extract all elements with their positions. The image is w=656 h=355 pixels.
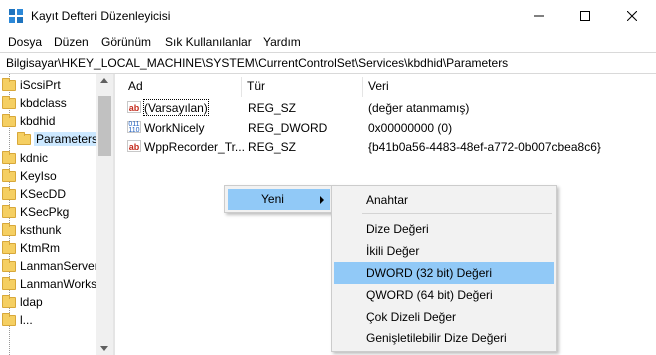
folder-icon (2, 78, 16, 91)
tree-item-selected[interactable]: Parameters (0, 130, 101, 149)
menu-item-multi-string-value[interactable]: Çok Dizeli Değer (366, 310, 456, 324)
menu-help[interactable]: Yardım (263, 35, 301, 49)
scroll-thumb[interactable] (98, 96, 111, 156)
close-button[interactable] (609, 0, 655, 32)
column-header-data[interactable]: Veri (368, 79, 389, 93)
menu-bar: Dosya Düzen Görünüm Sık Kullanılanlar Ya… (0, 32, 656, 52)
tree-item[interactable]: KSecPkg (0, 203, 96, 222)
folder-icon (2, 259, 16, 272)
tree-item[interactable]: kbdclass (0, 94, 96, 113)
menu-item-key[interactable]: Anahtar (366, 193, 408, 207)
menu-item-string-value[interactable]: Dize Değeri (366, 222, 429, 236)
column-header-type[interactable]: Tür (247, 79, 265, 93)
submenu-arrow-icon (320, 196, 324, 204)
folder-icon (2, 151, 16, 164)
maximize-icon (580, 11, 590, 21)
folder-icon (2, 187, 16, 200)
menu-item-new[interactable]: Yeni (261, 192, 284, 206)
folder-icon (17, 132, 31, 145)
folder-icon (2, 313, 16, 326)
menu-edit[interactable]: Düzen (54, 35, 89, 49)
context-menu: Yeni (224, 185, 334, 213)
folder-icon (2, 114, 16, 127)
column-header-name[interactable]: Ad (128, 79, 143, 93)
menu-favorites[interactable]: Sık Kullanılanlar (165, 35, 252, 49)
tree-item[interactable]: LanmanWorks (0, 275, 97, 294)
folder-icon (2, 295, 16, 308)
address-bar[interactable]: Bilgisayar\HKEY_LOCAL_MACHINE\SYSTEM\Cur… (0, 52, 656, 74)
menu-item-dword-value[interactable]: DWORD (32 bit) Değeri (366, 266, 492, 280)
window-title: Kayıt Defteri Düzenleyicisi (31, 9, 171, 23)
scroll-down-icon[interactable] (100, 346, 108, 351)
tree-item[interactable]: KeyIso (0, 167, 96, 186)
binary-value-icon: 011 110 (127, 121, 141, 134)
tree-item[interactable]: KtmRm (0, 239, 96, 258)
tree-item[interactable]: LanmanServer (0, 257, 99, 276)
folder-icon (2, 96, 16, 109)
tree-item[interactable]: iScsiPrt (0, 76, 96, 95)
folder-icon (2, 277, 16, 290)
menu-item-qword-value[interactable]: QWORD (64 bit) Değeri (366, 288, 493, 302)
menu-view[interactable]: Görünüm (101, 35, 151, 49)
minimize-button[interactable] (516, 0, 562, 32)
maximize-button[interactable] (562, 0, 608, 32)
tree-item[interactable]: l... (0, 311, 96, 330)
title-bar: Kayıt Defteri Düzenleyicisi (0, 0, 656, 32)
minimize-icon (534, 15, 544, 17)
regedit-icon (9, 9, 23, 23)
folder-icon (2, 205, 16, 218)
folder-icon (2, 241, 16, 254)
tree-item[interactable]: ldap (0, 293, 96, 312)
menu-file[interactable]: Dosya (8, 35, 42, 49)
tree-item[interactable]: kdnic (0, 149, 96, 168)
scroll-up-icon[interactable] (100, 78, 108, 83)
tree-scrollbar[interactable] (96, 74, 113, 355)
close-icon (627, 11, 637, 21)
tree-item[interactable]: KSecDD (0, 185, 96, 204)
folder-icon (2, 169, 16, 182)
string-value-icon: ab (127, 140, 141, 152)
folder-icon (2, 223, 16, 236)
address-path: Bilgisayar\HKEY_LOCAL_MACHINE\SYSTEM\Cur… (6, 56, 509, 70)
tree-item[interactable]: ksthunk (0, 221, 96, 240)
tree-item[interactable]: kbdhid (0, 112, 96, 131)
string-value-icon: ab (127, 101, 141, 113)
context-submenu: Anahtar Dize Değeri İkili Değer DWORD (3… (331, 185, 557, 352)
menu-item-binary-value[interactable]: İkili Değer (366, 244, 419, 258)
menu-item-expandable-string-value[interactable]: Genişletilebilir Dize Değeri (366, 331, 507, 345)
